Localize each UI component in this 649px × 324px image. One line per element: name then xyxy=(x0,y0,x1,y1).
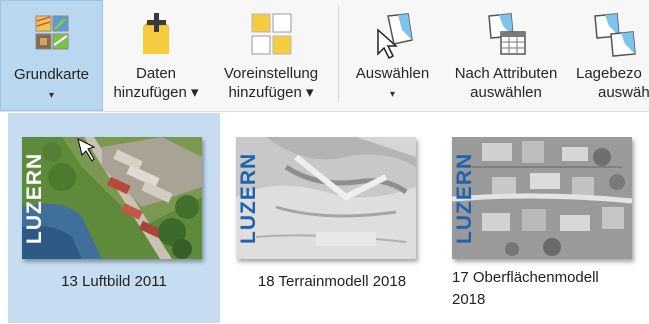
nach-attributen-auswaehlen-button[interactable]: Nach Attributen auswählen xyxy=(442,0,570,111)
luftbild-thumbnail: LUZERN xyxy=(22,137,202,259)
nach-attributen-auswaehlen-label: Nach Attributen auswählen xyxy=(454,65,558,101)
select-icon xyxy=(376,13,413,60)
auswaehlen-label: Auswählen ▾ xyxy=(355,65,430,100)
ribbon-separator xyxy=(338,6,339,102)
daten-hinzufuegen-label: Daten hinzufügen ▾ xyxy=(113,65,199,101)
basemap-tile-oberflaechenmodell[interactable]: LUZERN 17 Oberflächenmodell 2018 xyxy=(444,113,649,323)
luzern-brand-text: LUZERN xyxy=(237,152,260,244)
chevron-down-icon: ▾ xyxy=(389,89,396,100)
grundkarte-label: Grundkarte ▾ xyxy=(13,66,90,101)
select-by-location-icon xyxy=(594,13,636,57)
luzern-brand-text: LUZERN xyxy=(453,152,476,244)
grundkarte-button[interactable]: Grundkarte ▾ xyxy=(0,0,103,111)
app-window: Grundkarte ▾ Daten hinzufügen ▾ Voreinst… xyxy=(0,0,649,324)
basemap-gallery: LUZERN 13 Luftbild 2011 LUZERN 18 Terrai… xyxy=(0,113,649,324)
voreinstellung-hinzufuegen-label: Voreinstellung hinzufügen ▾ xyxy=(223,65,319,101)
basemap-icon xyxy=(35,15,68,50)
tile-label: 13 Luftbild 2011 xyxy=(61,273,167,290)
add-data-icon xyxy=(143,13,169,54)
basemap-tile-luftbild[interactable]: LUZERN 13 Luftbild 2011 xyxy=(8,113,220,323)
lagebezogen-auswaehlen-button[interactable]: Lagebezo auswäh xyxy=(572,0,649,111)
daten-hinzufuegen-button[interactable]: Daten hinzufügen ▾ xyxy=(104,0,208,111)
voreinstellung-hinzufuegen-button[interactable]: Voreinstellung hinzufügen ▾ xyxy=(209,0,333,111)
tile-label: 17 Oberflächenmodell 2018 xyxy=(452,269,599,308)
select-by-attributes-icon xyxy=(488,13,526,55)
terrainmodell-thumbnail: LUZERN xyxy=(236,137,416,259)
ribbon-toolbar: Grundkarte ▾ Daten hinzufügen ▾ Voreinst… xyxy=(0,0,649,112)
oberflaechenmodell-thumbnail: LUZERN xyxy=(452,137,632,259)
auswaehlen-button[interactable]: Auswählen ▾ xyxy=(345,0,440,111)
preset-icon xyxy=(251,13,292,55)
basemap-tile-terrainmodell[interactable]: LUZERN 18 Terrainmodell 2018 xyxy=(226,113,438,323)
luzern-brand-text: LUZERN xyxy=(23,152,46,244)
chevron-down-icon: ▾ xyxy=(48,90,55,101)
lagebezogen-auswaehlen-label: Lagebezo auswäh xyxy=(576,65,649,101)
tile-label: 18 Terrainmodell 2018 xyxy=(257,273,407,290)
